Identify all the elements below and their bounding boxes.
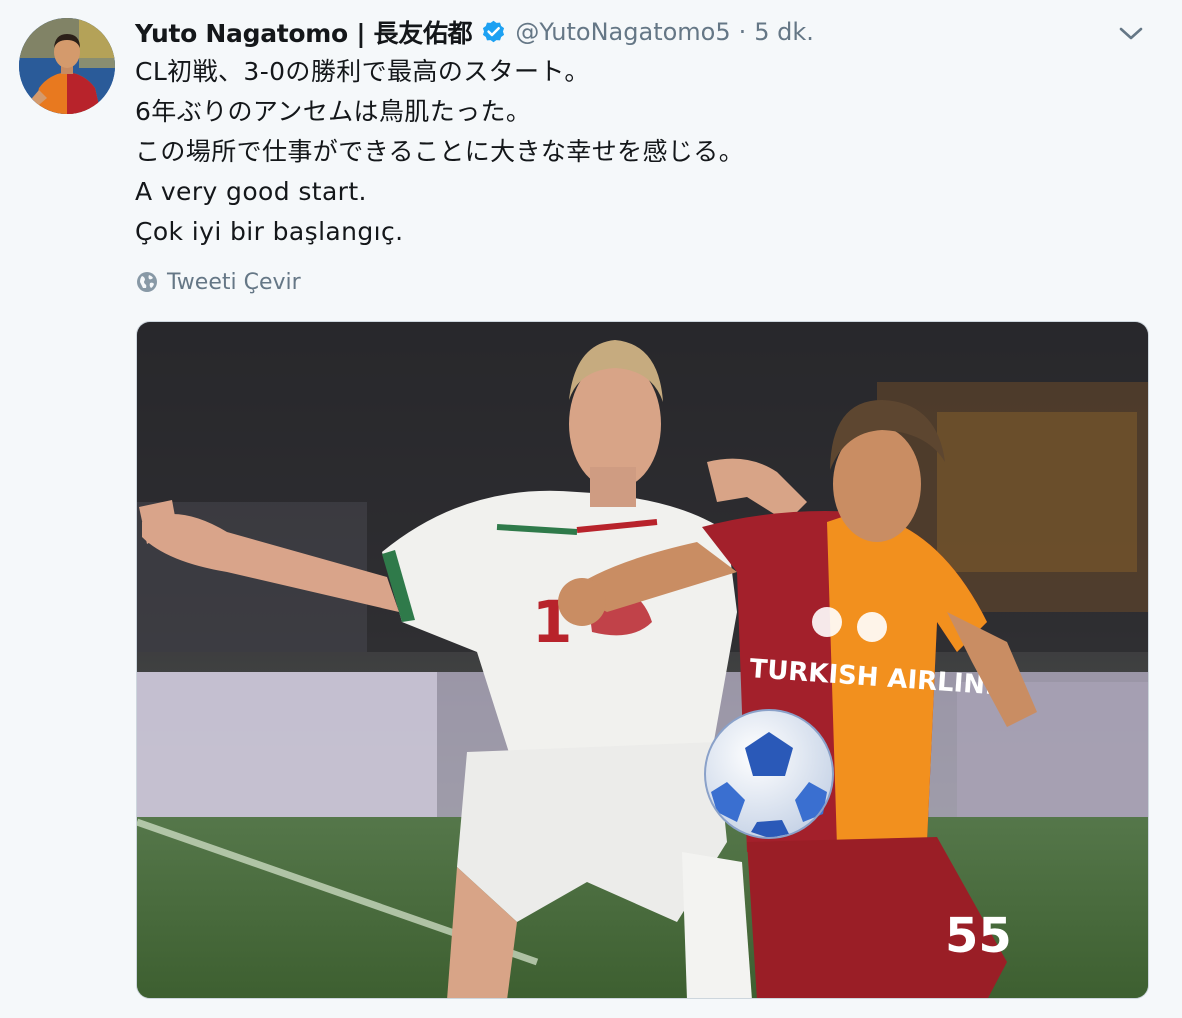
tweet-line: A very good start.: [135, 177, 367, 206]
translate-tweet-button[interactable]: Tweeti Çevir: [136, 266, 301, 298]
tweet-line: この場所で仕事ができることに大きな幸せを感じる。: [135, 137, 745, 166]
globe-icon: [136, 271, 158, 293]
verified-badge-icon: [480, 19, 507, 46]
separator-dot: ·: [738, 18, 747, 46]
tweet-line: Çok iyi bir başlangıç.: [135, 217, 404, 246]
tweet-timestamp[interactable]: 5 dk.: [754, 18, 814, 46]
tweet-photo[interactable]: 1 TURKISH AIRLINES 55: [136, 321, 1149, 999]
tweet-line: 6年ぶりのアンセムは鳥肌たった。: [135, 97, 532, 126]
author-handle[interactable]: @YutoNagatomo5: [515, 18, 730, 46]
author-display-name[interactable]: Yuto Nagatomo | 長友佑都: [135, 14, 473, 50]
profile-photo: [19, 18, 115, 114]
match-photo: 1 TURKISH AIRLINES 55: [137, 322, 1148, 998]
tweet-card: Yuto Nagatomo | 長友佑都 @YutoNagatomo5 · 5 …: [0, 0, 1182, 1018]
football: [704, 709, 834, 839]
translate-label: Tweeti Çevir: [167, 269, 301, 295]
shirt-number-right: 55: [945, 908, 1012, 964]
chevron-down-icon[interactable]: [1118, 24, 1144, 44]
avatar[interactable]: [19, 18, 115, 114]
tweet-line: CL初戦、3-0の勝利で最高のスタート。: [135, 57, 590, 86]
tweet-header: Yuto Nagatomo | 長友佑都 @YutoNagatomo5 · 5 …: [135, 14, 814, 50]
tweet-text: CL初戦、3-0の勝利で最高のスタート。 6年ぶりのアンセムは鳥肌たった。 この…: [135, 52, 1135, 252]
